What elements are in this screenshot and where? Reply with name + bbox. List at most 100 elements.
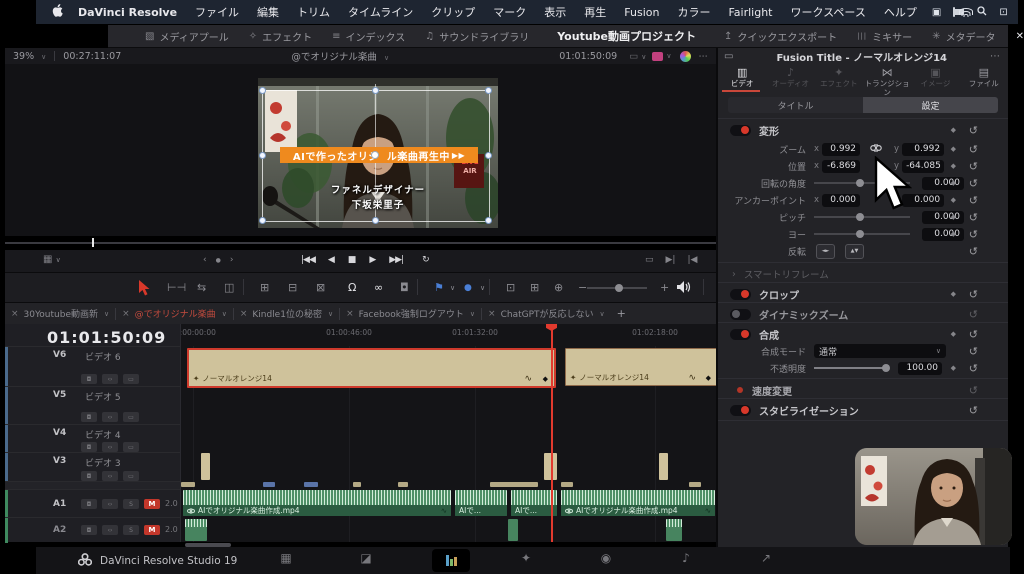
track-enable-icon[interactable]: ▭ xyxy=(123,471,139,481)
dynamic-trim-tool[interactable]: ⇆ xyxy=(197,281,206,294)
tab-effects[interactable]: ✦ エフェクト xyxy=(815,66,863,92)
metadata-button[interactable]: ✳ メタデータ xyxy=(932,29,995,44)
transform-anchor-point[interactable] xyxy=(371,151,379,159)
keyframe-diamond-icon[interactable]: ◆ xyxy=(706,374,711,382)
menu-file[interactable]: ファイル xyxy=(195,4,239,20)
yaw-field[interactable]: 0.000 xyxy=(922,227,964,241)
transform-reset-icon[interactable]: ↺ xyxy=(969,125,978,136)
audio-clip[interactable] xyxy=(508,519,518,541)
track-lock-icon[interactable]: ◘ xyxy=(81,525,97,535)
page-edit-button[interactable] xyxy=(446,555,457,566)
menu-fusion[interactable]: Fusion xyxy=(624,6,659,19)
handle-mid-left[interactable] xyxy=(259,152,266,159)
auto-select-icon[interactable]: ‹› xyxy=(102,471,118,481)
solo-button[interactable]: S xyxy=(123,499,139,509)
handle-mid-right[interactable] xyxy=(485,152,492,159)
page-deliver-button[interactable]: ↗ xyxy=(756,551,776,565)
speed-change-reset-icon[interactable]: ↺ xyxy=(969,385,978,396)
track-lock-icon[interactable]: ◘ xyxy=(81,471,97,481)
track-enable-icon[interactable]: ▭ xyxy=(123,442,139,452)
handle-bottom-center[interactable] xyxy=(372,217,379,224)
yaw-keyframe-icon[interactable]: ◆ xyxy=(951,230,956,238)
pitch-reset-icon[interactable]: ↺ xyxy=(969,212,978,223)
tab-file[interactable]: ▤ ファイル xyxy=(960,66,1008,92)
tab-transition[interactable]: ⋈ トランジション xyxy=(863,66,911,97)
quick-export-button[interactable]: ↥ クイックエクスポート xyxy=(724,29,837,44)
flag-button[interactable]: ⚑ xyxy=(434,281,444,294)
track-header-a1[interactable]: A1 ◘ ‹› S M 2.0 xyxy=(5,489,180,518)
rotation-field[interactable]: 0.000 xyxy=(922,176,964,190)
composite-mode-dropdown[interactable]: 通常 ∨ xyxy=(814,344,946,358)
composite-section-header[interactable]: 合成 ◆ ↺ xyxy=(718,326,1008,342)
flip-vertical-button[interactable]: ▲▼ xyxy=(845,243,864,259)
yaw-reset-icon[interactable]: ↺ xyxy=(969,229,978,240)
mute-button[interactable]: M xyxy=(144,525,160,535)
close-tab-icon[interactable]: × xyxy=(122,309,130,319)
stabilization-reset-icon[interactable]: ↺ xyxy=(969,405,978,416)
composite-keyframe-icon[interactable]: ◆ xyxy=(951,330,956,338)
insert-clip-button[interactable]: ⊞ xyxy=(260,281,269,294)
audio-monitor-button[interactable] xyxy=(677,281,691,296)
menubar-app-name[interactable]: DaVinci Resolve xyxy=(78,6,177,19)
zoom-fit-button[interactable]: ⊡ xyxy=(506,281,515,294)
snapping-button[interactable]: Ω xyxy=(348,281,356,294)
opacity-keyframe-icon[interactable]: ◆ xyxy=(951,364,956,372)
composite-mode-reset-icon[interactable]: ↺ xyxy=(969,346,978,357)
tab-audio[interactable]: ♪ オーディオ xyxy=(766,66,814,92)
play-reverse-button[interactable]: ◀ xyxy=(328,255,335,265)
track-lock-icon[interactable]: ◘ xyxy=(81,442,97,452)
tab-chevron-icon[interactable]: ∨ xyxy=(600,310,605,318)
viewer-options-icon[interactable]: ⋯ xyxy=(699,51,709,62)
tab-chevron-icon[interactable]: ∨ xyxy=(328,310,333,318)
title-clip-selected[interactable]: ✦ ノーマルオレンジ14 ∿ ◆ xyxy=(187,348,556,388)
mute-button[interactable]: M xyxy=(144,499,160,509)
auto-select-icon[interactable]: ‹› xyxy=(102,374,118,384)
subtab-settings[interactable]: 設定 xyxy=(863,97,998,113)
audio-clip[interactable]: AIで... xyxy=(455,490,507,516)
display-mirroring-icon[interactable]: ⊡ xyxy=(999,7,1007,18)
speed-change-section-header[interactable]: 速度変更 ↺ xyxy=(718,382,1008,398)
mini-clip[interactable] xyxy=(304,482,318,487)
mini-clip[interactable] xyxy=(689,482,701,487)
menu-workspace[interactable]: ワークスペース xyxy=(791,4,866,20)
viewer-scrubber-playhead[interactable] xyxy=(92,238,94,247)
viewer-mode-select[interactable]: ▦ ∨ xyxy=(43,254,61,265)
menu-playback[interactable]: 再生 xyxy=(584,4,606,20)
timeline-tab-5[interactable]: × ChatGPTが反応しない ∨ xyxy=(488,307,605,321)
track-lock-icon[interactable]: ◘ xyxy=(81,412,97,422)
curve-icon[interactable]: ∿ xyxy=(705,506,711,515)
stabilization-section-header[interactable]: スタビライゼーション ↺ xyxy=(718,402,1008,418)
crop-toggle[interactable] xyxy=(730,288,751,300)
index-button[interactable]: ≡ インデックス xyxy=(332,29,405,44)
spotlight-search-icon[interactable] xyxy=(977,5,987,19)
mini-clip[interactable] xyxy=(490,482,538,487)
solo-button[interactable]: S xyxy=(123,525,139,535)
mini-clip[interactable] xyxy=(398,482,408,487)
mixer-button[interactable]: ||| ミキサー xyxy=(857,29,912,44)
track-header-v4[interactable]: V4 ビデオ 4 ◘ ‹› ▭ xyxy=(5,424,180,453)
handle-bottom-left[interactable] xyxy=(259,217,266,224)
position-x-field[interactable]: -6.869 xyxy=(822,159,861,173)
page-fairlight-button[interactable]: ♪ xyxy=(676,551,696,565)
crop-reset-icon[interactable]: ↺ xyxy=(969,289,978,300)
composite-toggle[interactable] xyxy=(730,328,751,340)
pitch-slider[interactable] xyxy=(814,213,910,221)
handle-bottom-right[interactable] xyxy=(485,217,492,224)
timeline-playhead[interactable] xyxy=(546,324,557,542)
auto-select-icon[interactable]: ‹› xyxy=(102,412,118,422)
viewer-scrubber[interactable] xyxy=(5,242,716,244)
match-frame-button[interactable]: ▭ xyxy=(645,255,654,265)
mini-clip[interactable] xyxy=(353,482,361,487)
timeline-timecode[interactable]: 01:01:50:09 xyxy=(47,328,166,347)
screen-record-icon[interactable]: ▣ xyxy=(932,7,941,18)
close-tab-icon[interactable]: × xyxy=(11,309,19,319)
audio-clip[interactable] xyxy=(185,519,207,541)
loop-button[interactable]: ↻ xyxy=(422,255,430,265)
anchor-x-field[interactable]: 0.000 xyxy=(822,193,861,207)
media-pool-button[interactable]: ▧ メディアプール xyxy=(145,29,229,44)
zoom-in-icon[interactable]: + xyxy=(660,281,669,294)
transform-keyframe-icon[interactable]: ◆ xyxy=(951,126,956,134)
page-media-button[interactable]: ▦ xyxy=(276,551,296,565)
razor-tool[interactable]: ◫ xyxy=(224,281,234,294)
trim-edit-tool[interactable]: ⊢⊣ xyxy=(167,281,186,294)
